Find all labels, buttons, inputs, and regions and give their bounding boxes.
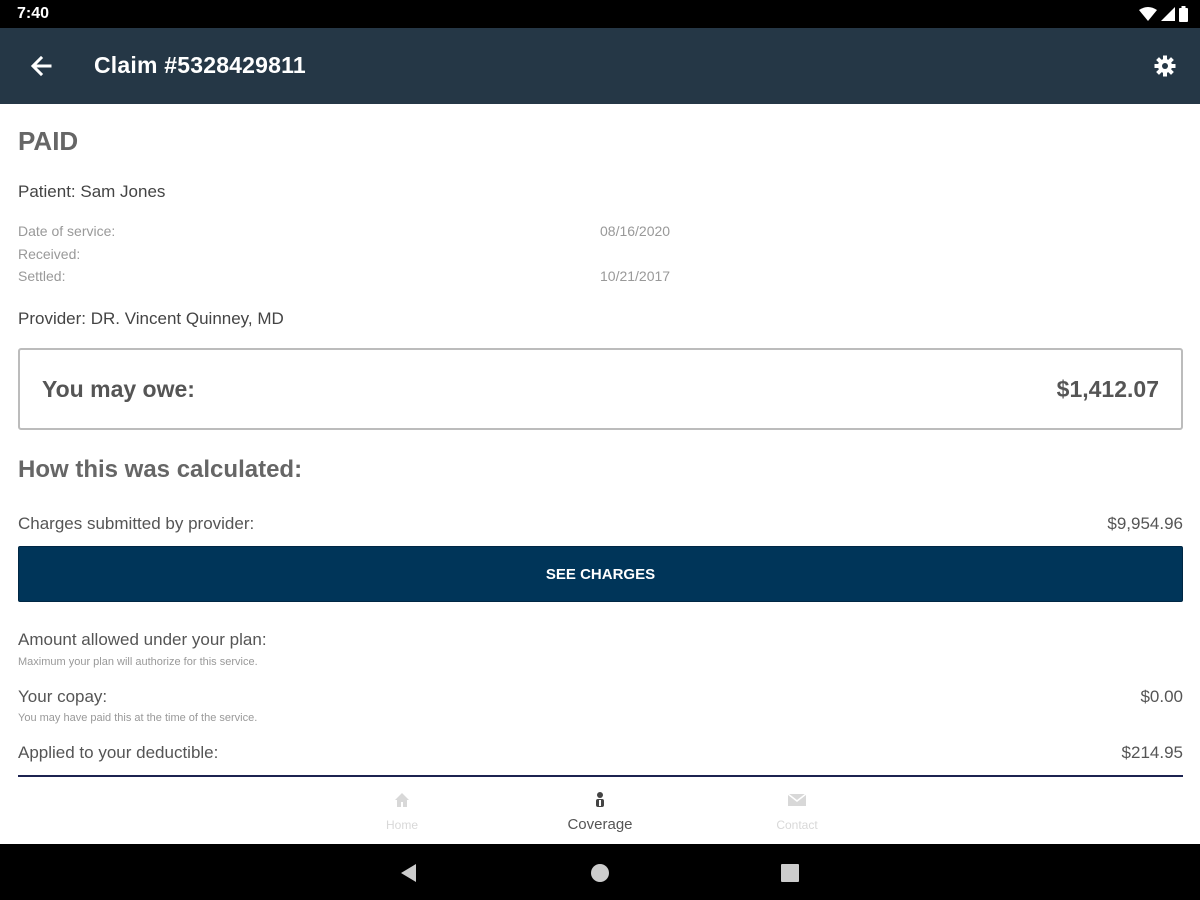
circle-home-icon	[591, 864, 609, 882]
date-of-service-label: Date of service:	[18, 223, 116, 239]
system-recents-button[interactable]	[779, 862, 801, 884]
nav-label-home: Home	[385, 818, 418, 832]
bottom-nav: Home Coverage Contact	[0, 780, 1200, 844]
signal-icon	[1161, 7, 1175, 21]
nav-item-contact[interactable]: Contact	[737, 790, 857, 832]
system-back-button[interactable]	[398, 862, 420, 884]
see-charges-button[interactable]: SEE CHARGES	[18, 546, 1183, 602]
back-button[interactable]	[26, 51, 56, 81]
deductible-value: $214.95	[1121, 743, 1183, 762]
status-time: 7:40	[17, 5, 50, 22]
back-arrow-icon	[30, 55, 52, 77]
received-label: Received:	[18, 246, 81, 262]
status-icons	[1139, 5, 1188, 23]
triangle-back-icon	[401, 864, 416, 882]
charges-value: $9,954.96	[1107, 514, 1183, 533]
copay-description: You may have paid this at the time of th…	[18, 712, 258, 724]
battery-icon	[1179, 6, 1188, 22]
app-bar: Claim #5328429811	[0, 28, 1200, 104]
charges-label: Charges submitted by provider:	[18, 514, 255, 533]
wifi-icon	[1139, 7, 1157, 21]
see-charges-label: SEE CHARGES	[545, 565, 656, 583]
calculation-heading: How this was calculated:	[18, 456, 303, 483]
date-of-service-value: 08/16/2020	[600, 223, 671, 239]
nav-label-contact: Contact	[776, 818, 818, 832]
divider	[18, 775, 1183, 777]
settled-value: 10/21/2017	[600, 268, 671, 284]
amount-owed-card: You may owe: $1,412.07	[18, 348, 1183, 430]
copay-label: Your copay:	[18, 687, 108, 706]
nav-label-coverage: Coverage	[567, 816, 633, 833]
coverage-icon	[596, 792, 604, 807]
amount-owed-value: $1,412.07	[1056, 376, 1159, 402]
patient-name: Patient: Sam Jones	[18, 182, 166, 201]
allowed-amount-description: Maximum your plan will authorize for thi…	[18, 656, 258, 668]
provider-name: Provider: DR. Vincent Quinney, MD	[18, 309, 284, 328]
settled-label: Settled:	[18, 268, 66, 284]
nav-item-home[interactable]: Home	[342, 790, 462, 832]
system-nav-bar	[0, 844, 1200, 900]
status-bar: 7:40	[0, 0, 1200, 28]
gear-icon	[1154, 55, 1176, 77]
page-title: Claim #5328429811	[94, 52, 306, 78]
settings-button[interactable]	[1154, 55, 1176, 77]
copay-value: $0.00	[1140, 687, 1183, 706]
deductible-label: Applied to your deductible:	[18, 743, 219, 762]
nav-item-coverage[interactable]: Coverage	[540, 790, 660, 833]
home-icon	[395, 793, 409, 807]
amount-owed-label: You may owe:	[42, 376, 195, 402]
claim-status: PAID	[18, 126, 79, 156]
system-home-button[interactable]	[589, 862, 611, 884]
square-recents-icon	[781, 864, 799, 882]
mail-icon	[787, 793, 807, 806]
allowed-amount-label: Amount allowed under your plan:	[18, 630, 267, 649]
